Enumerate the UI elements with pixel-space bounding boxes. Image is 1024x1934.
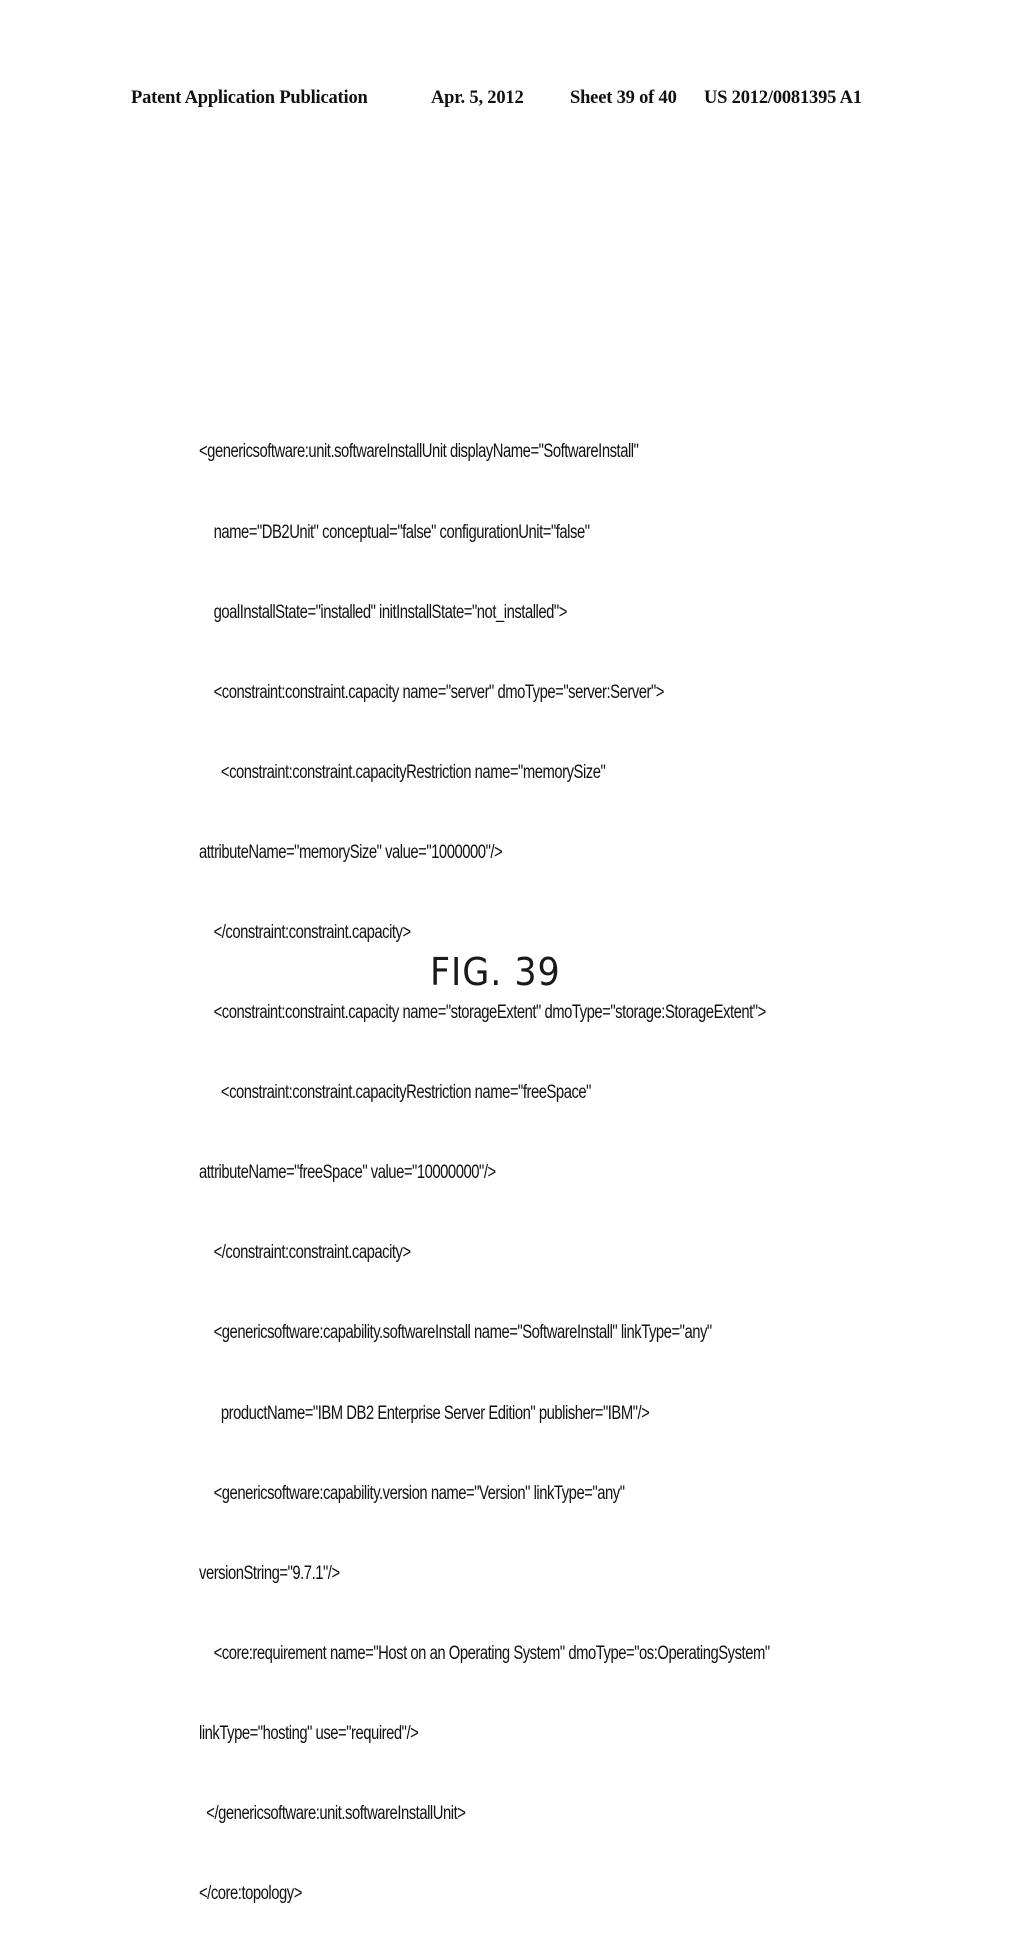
patent-number: US 2012/0081395 A1 [704, 88, 862, 108]
code-line: linkType="hosting" use="required"/> [199, 1722, 419, 1744]
code-line: <genericsoftware:capability.version name… [199, 1482, 625, 1504]
code-line: </core:topology> [199, 1883, 302, 1905]
code-line: </constraint:constraint.capacity> [199, 1242, 412, 1264]
publication-date: Apr. 5, 2012 [431, 88, 524, 108]
code-line: <constraint:constraint.capacityRestricti… [199, 1082, 592, 1104]
publication-title: Patent Application Publication [131, 88, 368, 108]
code-line: </constraint:constraint.capacity> [199, 921, 412, 943]
code-line: productName="IBM DB2 Enterprise Server E… [199, 1402, 650, 1424]
code-line: goalInstallState="installed" initInstall… [199, 601, 568, 623]
figure-label: FIG. 39 [430, 950, 561, 994]
code-line: <core:requirement name="Host on an Opera… [199, 1642, 771, 1664]
code-line: <constraint:constraint.capacityRestricti… [199, 761, 606, 783]
code-line: attributeName="memorySize" value="100000… [199, 841, 503, 863]
code-line: name="DB2Unit" conceptual="false" config… [199, 521, 590, 543]
code-line: <constraint:constraint.capacity name="st… [199, 1002, 767, 1024]
sheet-number: Sheet 39 of 40 [570, 88, 677, 108]
code-line: attributeName="freeSpace" value="1000000… [199, 1162, 496, 1184]
code-line: versionString="9.7.1"/> [199, 1562, 340, 1584]
xml-code-listing: <genericsoftware:unit.softwareInstallUni… [199, 386, 770, 1934]
page-header: Patent Application Publication Apr. 5, 2… [0, 88, 1024, 118]
code-line: <genericsoftware:unit.softwareInstallUni… [199, 441, 639, 463]
code-line: </genericsoftware:unit.softwareInstallUn… [199, 1803, 466, 1824]
code-line: <constraint:constraint.capacity name="se… [199, 681, 665, 703]
code-line: <genericsoftware:capability.softwareInst… [199, 1322, 713, 1344]
